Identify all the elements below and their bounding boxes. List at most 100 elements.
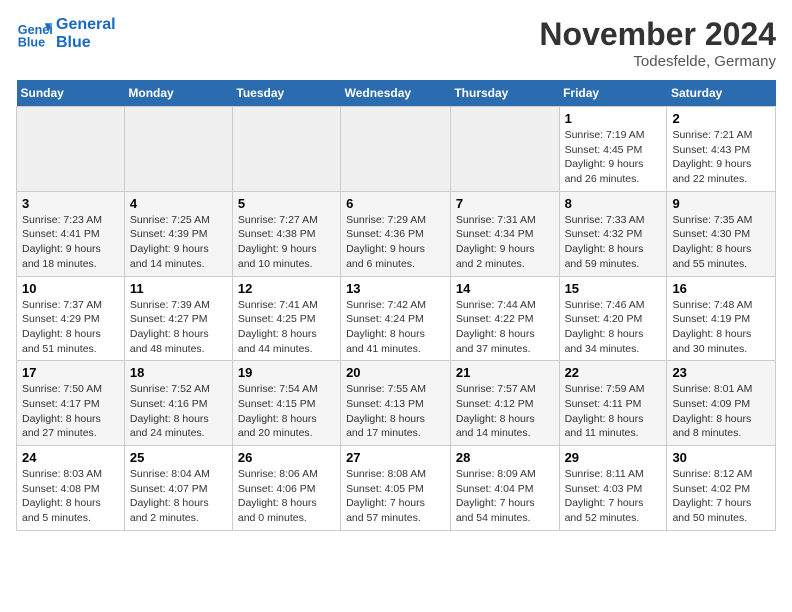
calendar-cell: 1Sunrise: 7:19 AMSunset: 4:45 PMDaylight… — [559, 107, 667, 192]
calendar-cell: 25 Sunrise: 8:04 AMSunset: 4:07 PMDayligh… — [124, 446, 232, 531]
svg-text:Blue: Blue — [18, 36, 45, 50]
calendar-cell: 23 Sunrise: 8:01 AMSunset: 4:09 PMDayligh… — [667, 361, 776, 446]
month-title: November 2024 — [539, 16, 776, 53]
calendar-cell: 30 Sunrise: 8:12 AMSunset: 4:02 PMDayligh… — [667, 446, 776, 531]
day-number: 16 — [672, 281, 770, 296]
cell-info: Sunrise: 7:39 AMSunset: 4:27 PMDaylight:… — [130, 298, 227, 357]
calendar-cell: 2 Sunrise: 7:21 AMSunset: 4:43 PMDaylight… — [667, 107, 776, 192]
cell-info: Sunrise: 7:25 AMSunset: 4:39 PMDaylight:… — [130, 213, 227, 272]
cell-info: Sunrise: 7:42 AMSunset: 4:24 PMDaylight:… — [346, 298, 445, 357]
day-number: 24 — [22, 450, 119, 465]
weekday-header-row: SundayMondayTuesdayWednesdayThursdayFrid… — [17, 80, 776, 107]
weekday-header: Wednesday — [341, 80, 451, 107]
day-number: 22 — [565, 365, 662, 380]
calendar-cell: 29 Sunrise: 8:11 AMSunset: 4:03 PMDayligh… — [559, 446, 667, 531]
weekday-header: Thursday — [450, 80, 559, 107]
day-number: 10 — [22, 281, 119, 296]
day-number: 13 — [346, 281, 445, 296]
day-number: 5 — [238, 196, 335, 211]
weekday-header: Monday — [124, 80, 232, 107]
cell-info: Sunrise: 7:54 AMSunset: 4:15 PMDaylight:… — [238, 382, 335, 441]
calendar-cell: 3 Sunrise: 7:23 AMSunset: 4:41 PMDaylight… — [17, 191, 125, 276]
day-number: 8 — [565, 196, 662, 211]
calendar-cell: 8 Sunrise: 7:33 AMSunset: 4:32 PMDaylight… — [559, 191, 667, 276]
logo: General Blue General Blue — [16, 16, 116, 52]
day-number: 23 — [672, 365, 770, 380]
day-number: 9 — [672, 196, 770, 211]
day-number: 12 — [238, 281, 335, 296]
calendar-cell: 9 Sunrise: 7:35 AMSunset: 4:30 PMDaylight… — [667, 191, 776, 276]
day-number: 28 — [456, 450, 554, 465]
day-number: 1 — [565, 111, 662, 126]
title-block: November 2024 Todesfelde, Germany — [539, 16, 776, 70]
day-number: 20 — [346, 365, 445, 380]
calendar-cell: 10Sunrise: 7:37 AMSunset: 4:29 PMDayligh… — [17, 276, 125, 361]
cell-info: Sunrise: 7:46 AMSunset: 4:20 PMDaylight:… — [565, 298, 662, 357]
calendar-cell: 4 Sunrise: 7:25 AMSunset: 4:39 PMDaylight… — [124, 191, 232, 276]
logo-text2: Blue — [56, 34, 116, 52]
cell-info: Sunrise: 7:31 AMSunset: 4:34 PMDaylight:… — [456, 213, 554, 272]
location: Todesfelde, Germany — [539, 53, 776, 70]
calendar-cell: 14Sunrise: 7:44 AMSunset: 4:22 PMDayligh… — [450, 276, 559, 361]
page-header: General Blue General Blue November 2024 … — [16, 16, 776, 70]
day-number: 3 — [22, 196, 119, 211]
cell-info: Sunrise: 7:44 AMSunset: 4:22 PMDaylight:… — [456, 298, 554, 357]
calendar-cell: 19 Sunrise: 7:54 AMSunset: 4:15 PMDayligh… — [232, 361, 340, 446]
cell-info: Sunrise: 7:29 AMSunset: 4:36 PMDaylight:… — [346, 213, 445, 272]
cell-info: Sunrise: 7:23 AMSunset: 4:41 PMDaylight:… — [22, 213, 119, 272]
calendar-cell: 15 Sunrise: 7:46 AMSunset: 4:20 PMDayligh… — [559, 276, 667, 361]
day-number: 19 — [238, 365, 335, 380]
day-number: 18 — [130, 365, 227, 380]
cell-info: Sunrise: 8:06 AMSunset: 4:06 PMDaylight:… — [238, 467, 335, 526]
cell-info: Sunrise: 8:09 AMSunset: 4:04 PMDaylight:… — [456, 467, 554, 526]
calendar-cell: 20 Sunrise: 7:55 AMSunset: 4:13 PMDayligh… — [341, 361, 451, 446]
cell-info: Sunrise: 8:08 AMSunset: 4:05 PMDaylight:… — [346, 467, 445, 526]
day-number: 4 — [130, 196, 227, 211]
day-number: 29 — [565, 450, 662, 465]
cell-info: Sunrise: 7:27 AMSunset: 4:38 PMDaylight:… — [238, 213, 335, 272]
cell-info: Sunrise: 8:12 AMSunset: 4:02 PMDaylight:… — [672, 467, 770, 526]
calendar-cell: 21Sunrise: 7:57 AMSunset: 4:12 PMDayligh… — [450, 361, 559, 446]
calendar-week-row: 3 Sunrise: 7:23 AMSunset: 4:41 PMDaylight… — [17, 191, 776, 276]
day-number: 21 — [456, 365, 554, 380]
calendar-cell — [450, 107, 559, 192]
calendar-cell: 5 Sunrise: 7:27 AMSunset: 4:38 PMDaylight… — [232, 191, 340, 276]
cell-info: Sunrise: 7:21 AMSunset: 4:43 PMDaylight:… — [672, 128, 770, 187]
calendar-cell: 6 Sunrise: 7:29 AMSunset: 4:36 PMDaylight… — [341, 191, 451, 276]
cell-info: Sunrise: 7:33 AMSunset: 4:32 PMDaylight:… — [565, 213, 662, 272]
calendar-cell: 28 Sunrise: 8:09 AMSunset: 4:04 PMDayligh… — [450, 446, 559, 531]
day-number: 6 — [346, 196, 445, 211]
day-number: 30 — [672, 450, 770, 465]
calendar-cell: 18Sunrise: 7:52 AMSunset: 4:16 PMDayligh… — [124, 361, 232, 446]
cell-info: Sunrise: 7:55 AMSunset: 4:13 PMDaylight:… — [346, 382, 445, 441]
cell-info: Sunrise: 8:04 AMSunset: 4:07 PMDaylight:… — [130, 467, 227, 526]
cell-info: Sunrise: 8:03 AMSunset: 4:08 PMDaylight:… — [22, 467, 119, 526]
calendar-cell: 11Sunrise: 7:39 AMSunset: 4:27 PMDayligh… — [124, 276, 232, 361]
calendar-cell: 7 Sunrise: 7:31 AMSunset: 4:34 PMDaylight… — [450, 191, 559, 276]
logo-icon: General Blue — [16, 16, 52, 52]
cell-info: Sunrise: 8:11 AMSunset: 4:03 PMDaylight:… — [565, 467, 662, 526]
day-number: 7 — [456, 196, 554, 211]
calendar-week-row: 17Sunrise: 7:50 AMSunset: 4:17 PMDayligh… — [17, 361, 776, 446]
weekday-header: Sunday — [17, 80, 125, 107]
day-number: 17 — [22, 365, 119, 380]
calendar-cell: 22 Sunrise: 7:59 AMSunset: 4:11 PMDayligh… — [559, 361, 667, 446]
day-number: 15 — [565, 281, 662, 296]
calendar-cell: 26Sunrise: 8:06 AMSunset: 4:06 PMDayligh… — [232, 446, 340, 531]
day-number: 27 — [346, 450, 445, 465]
weekday-header: Tuesday — [232, 80, 340, 107]
calendar-week-row: 24 Sunrise: 8:03 AMSunset: 4:08 PMDayligh… — [17, 446, 776, 531]
day-number: 25 — [130, 450, 227, 465]
logo-text: General — [56, 16, 116, 34]
calendar-cell — [124, 107, 232, 192]
calendar-cell: 27 Sunrise: 8:08 AMSunset: 4:05 PMDayligh… — [341, 446, 451, 531]
cell-info: Sunrise: 7:59 AMSunset: 4:11 PMDaylight:… — [565, 382, 662, 441]
day-number: 2 — [672, 111, 770, 126]
cell-info: Sunrise: 7:48 AMSunset: 4:19 PMDaylight:… — [672, 298, 770, 357]
cell-info: Sunrise: 7:35 AMSunset: 4:30 PMDaylight:… — [672, 213, 770, 272]
cell-info: Sunrise: 8:01 AMSunset: 4:09 PMDaylight:… — [672, 382, 770, 441]
calendar-cell: 16 Sunrise: 7:48 AMSunset: 4:19 PMDayligh… — [667, 276, 776, 361]
calendar-cell — [17, 107, 125, 192]
calendar-cell: 13 Sunrise: 7:42 AMSunset: 4:24 PMDayligh… — [341, 276, 451, 361]
calendar-cell — [232, 107, 340, 192]
